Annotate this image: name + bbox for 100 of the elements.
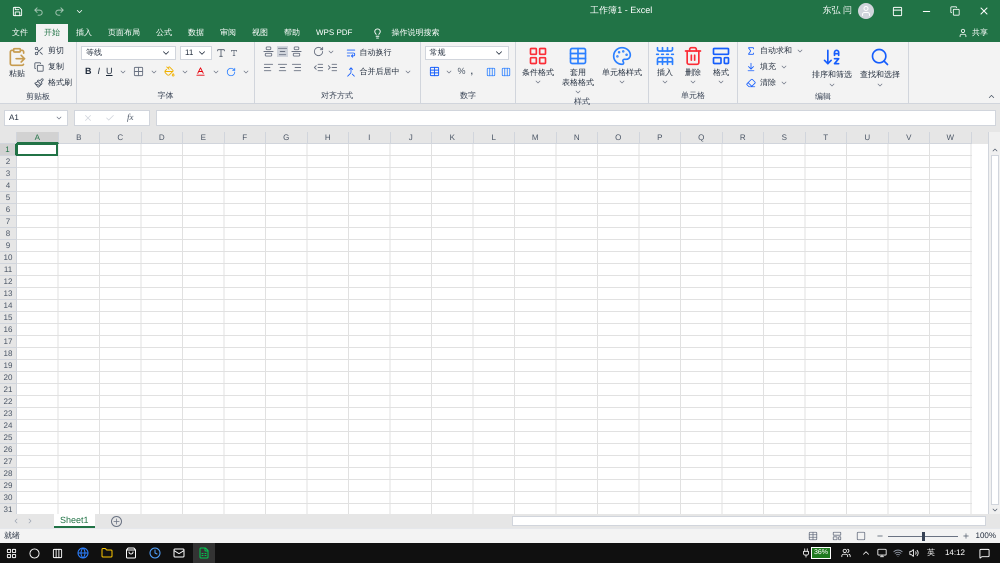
editing-command[interactable]: 填充: [746, 59, 804, 74]
decrease-indent-icon[interactable]: [312, 62, 324, 73]
store-icon[interactable]: [125, 547, 137, 559]
row-header[interactable]: 18: [0, 348, 17, 360]
borders-icon[interactable]: [132, 66, 144, 78]
undo-icon[interactable]: [33, 6, 44, 16]
search-icon[interactable]: [29, 548, 40, 558]
clock-icon[interactable]: [149, 547, 161, 559]
mail-icon[interactable]: [173, 547, 185, 559]
active-cell[interactable]: [16, 143, 58, 156]
row-header[interactable]: 21: [0, 384, 17, 396]
row-header[interactable]: 10: [0, 252, 17, 264]
ribbon-tab[interactable]: WPS PDF: [308, 24, 360, 42]
cell-grid[interactable]: [17, 144, 972, 514]
add-sheet-icon[interactable]: [110, 516, 122, 526]
row-header[interactable]: 17: [0, 336, 17, 348]
ribbon-button[interactable]: 排序和筛选: [812, 43, 852, 90]
row-header[interactable]: 15: [0, 312, 17, 324]
bottom-align-icon[interactable]: [290, 46, 302, 57]
underline-button[interactable]: U: [106, 65, 113, 78]
zoom-in-icon[interactable]: [962, 532, 970, 540]
ribbon-button[interactable]: 条件格式: [520, 46, 556, 96]
row-header[interactable]: 8: [0, 228, 17, 240]
clipboard-command[interactable]: 复制: [34, 60, 72, 74]
ribbon-tab[interactable]: 开始: [36, 24, 68, 42]
column-header[interactable]: A: [17, 132, 58, 144]
row-header[interactable]: 31: [0, 504, 17, 514]
volume-icon[interactable]: [908, 548, 919, 558]
orientation-icon[interactable]: [312, 46, 324, 57]
close-icon[interactable]: [978, 5, 990, 17]
paste-button[interactable]: 粘贴: [4, 42, 30, 90]
vertical-scrollbar[interactable]: [988, 132, 1000, 514]
network-icon[interactable]: [876, 548, 887, 558]
font-name-dropdown[interactable]: 等线: [81, 46, 176, 60]
row-header[interactable]: 14: [0, 300, 17, 312]
row-header[interactable]: 30: [0, 492, 17, 504]
row-header[interactable]: 20: [0, 372, 17, 384]
ribbon-tab[interactable]: 视图: [244, 24, 276, 42]
row-header[interactable]: 23: [0, 408, 17, 420]
middle-align-icon[interactable]: [276, 46, 288, 57]
ribbon-button[interactable]: 插入: [653, 46, 678, 86]
fill-color-icon[interactable]: [164, 66, 175, 78]
align-left-icon[interactable]: [262, 62, 274, 73]
horizontal-scrollbar[interactable]: [512, 516, 986, 526]
row-header[interactable]: 2: [0, 156, 17, 168]
ribbon-tab[interactable]: 公式: [148, 24, 180, 42]
page-layout-icon[interactable]: [832, 531, 842, 541]
notification-icon[interactable]: [979, 548, 990, 558]
font-size-dropdown[interactable]: 11: [180, 46, 212, 60]
row-header[interactable]: 24: [0, 420, 17, 432]
scroll-up-icon[interactable]: [990, 146, 998, 154]
wrap-text-button[interactable]: 自动换行: [346, 46, 412, 60]
row-header[interactable]: 26: [0, 444, 17, 456]
sheet-tab[interactable]: Sheet1: [54, 514, 95, 528]
ribbon-button[interactable]: 格式: [709, 46, 734, 86]
row-header[interactable]: 22: [0, 396, 17, 408]
insert-function-button[interactable]: fx: [127, 111, 134, 125]
task-view-icon[interactable]: [52, 548, 63, 558]
normal-view-icon[interactable]: [808, 531, 818, 541]
ribbon-display-icon[interactable]: [892, 6, 903, 16]
wifi-icon[interactable]: [892, 548, 903, 558]
ribbon-tab[interactable]: 文件: [4, 24, 36, 42]
folder-icon[interactable]: [101, 547, 113, 559]
editing-command[interactable]: 自动求和: [746, 43, 804, 58]
name-box[interactable]: A1: [4, 110, 68, 126]
row-header[interactable]: 11: [0, 264, 17, 276]
scroll-down-icon[interactable]: [990, 506, 998, 514]
ribbon-button[interactable]: 删除: [681, 46, 706, 86]
ribbon-tab[interactable]: 插入: [68, 24, 100, 42]
browser-icon[interactable]: [77, 547, 89, 559]
ribbon-tab[interactable]: 审阅: [212, 24, 244, 42]
bold-button[interactable]: B: [85, 65, 92, 78]
font-color-icon[interactable]: [194, 66, 206, 78]
row-header[interactable]: 1: [0, 144, 17, 156]
editing-command[interactable]: 清除: [746, 75, 804, 90]
comma-button[interactable]: ,: [470, 65, 474, 78]
row-header[interactable]: 16: [0, 324, 17, 336]
row-header[interactable]: 25: [0, 432, 17, 444]
row-header[interactable]: 29: [0, 480, 17, 492]
start-icon[interactable]: [6, 548, 17, 558]
tell-me-field[interactable]: 操作说明搜索: [391, 27, 440, 39]
input-method[interactable]: 英: [926, 547, 935, 559]
page-break-icon[interactable]: [856, 531, 866, 541]
clipboard-command[interactable]: 剪切: [34, 44, 72, 58]
row-header[interactable]: 28: [0, 468, 17, 480]
grow-font-icon[interactable]: [216, 48, 226, 58]
row-header[interactable]: 6: [0, 204, 17, 216]
collapse-ribbon-icon[interactable]: [987, 92, 996, 101]
clock-time[interactable]: 14:12: [944, 547, 965, 559]
spreadsheet-app-icon[interactable]: [193, 543, 215, 563]
row-header[interactable]: 13: [0, 288, 17, 300]
save-icon[interactable]: [12, 6, 23, 16]
people-icon[interactable]: [840, 548, 851, 558]
ribbon-button[interactable]: 查找和选择: [860, 43, 900, 90]
row-header[interactable]: 27: [0, 456, 17, 468]
redo-icon[interactable]: [54, 6, 65, 16]
row-header[interactable]: 9: [0, 240, 17, 252]
row-header[interactable]: 3: [0, 168, 17, 180]
clipboard-command[interactable]: 格式刷: [34, 76, 72, 90]
ribbon-button[interactable]: 套用 表格格式: [560, 46, 596, 96]
